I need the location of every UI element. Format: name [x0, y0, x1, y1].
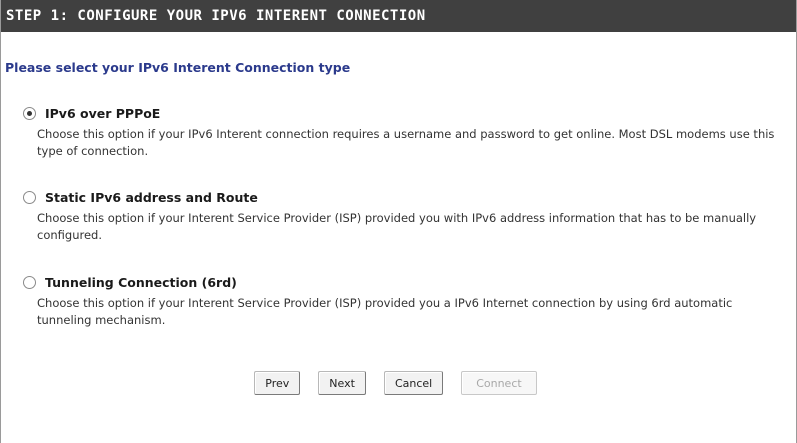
6rd-tunnel-radio[interactable]: [23, 275, 36, 289]
step-title: STEP 1: CONFIGURE YOUR IPV6 INTERENT CON…: [1, 0, 796, 32]
pppoe-description: Choose this option if your IPv6 Interent…: [37, 127, 775, 158]
option-6rd-tunnel-head[interactable]: Tunneling Connection (6rd): [23, 273, 783, 291]
next-button[interactable]: Next: [318, 371, 366, 395]
static-ipv6-radio[interactable]: [23, 190, 36, 204]
option-static-ipv6-head[interactable]: Static IPv6 address and Route: [23, 188, 783, 206]
static-ipv6-description: Choose this option if your Interent Serv…: [37, 211, 757, 242]
connect-button: Connect: [461, 371, 537, 395]
button-row: Prev Next Cancel Connect: [1, 371, 797, 395]
option-static-ipv6[interactable]: Static IPv6 address and Route Choose thi…: [23, 188, 783, 244]
static-ipv6-label[interactable]: Static IPv6 address and Route: [45, 190, 258, 205]
6rd-tunnel-label[interactable]: Tunneling Connection (6rd): [45, 275, 237, 290]
option-6rd-tunnel[interactable]: Tunneling Connection (6rd) Choose this o…: [23, 273, 783, 329]
pppoe-label[interactable]: IPv6 over PPPoE: [45, 106, 160, 121]
prev-button[interactable]: Prev: [254, 371, 301, 395]
cancel-button[interactable]: Cancel: [383, 371, 444, 395]
pppoe-radio[interactable]: [23, 106, 36, 120]
6rd-tunnel-description: Choose this option if your Interent Serv…: [37, 296, 733, 327]
option-pppoe[interactable]: IPv6 over PPPoE Choose this option if yo…: [23, 104, 783, 160]
connection-type-prompt: Please select your IPv6 Interent Connect…: [5, 60, 351, 75]
option-pppoe-head[interactable]: IPv6 over PPPoE: [23, 104, 783, 122]
wizard-panel: STEP 1: CONFIGURE YOUR IPV6 INTERENT CON…: [0, 0, 797, 443]
